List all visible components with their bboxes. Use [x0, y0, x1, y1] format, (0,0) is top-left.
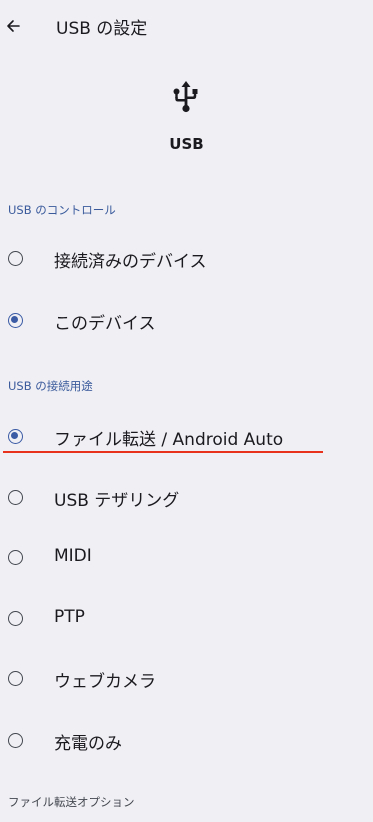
radio-button[interactable]: [8, 611, 23, 626]
radio-button[interactable]: [8, 490, 23, 505]
top-app-bar: USB の設定: [0, 0, 373, 50]
annotation-underline: [3, 451, 323, 453]
radio-button[interactable]: [8, 251, 23, 266]
back-button[interactable]: [0, 9, 26, 43]
usb-icon: [173, 81, 198, 113]
radio-button[interactable]: [8, 671, 23, 686]
radio-button[interactable]: [8, 550, 23, 565]
radio-option-connected-device[interactable]: 接続済みのデバイス: [0, 230, 373, 286]
radio-option-label: PTP: [54, 607, 85, 627]
radio-option-label: MIDI: [54, 546, 92, 566]
radio-button[interactable]: [8, 733, 23, 748]
radio-option-this-device[interactable]: このデバイス: [0, 292, 373, 348]
radio-option-label: ファイル転送 / Android Auto: [54, 430, 284, 450]
radio-option-label: 充電のみ: [54, 734, 122, 754]
radio-option-label: ウェブカメラ: [54, 672, 156, 692]
arrow-back-icon: [7, 20, 20, 32]
usb-settings-screen: USB の設定 USB USB のコントロール 接続済みのデバイス このデバイス: [0, 0, 373, 822]
radio-option-label: このデバイス: [54, 314, 156, 334]
radio-button-selected[interactable]: [8, 429, 23, 444]
page-title: USB の設定: [56, 19, 148, 39]
section-header-file-transfer-options: ファイル転送オプション: [8, 795, 135, 809]
radio-button-selected[interactable]: [8, 313, 23, 328]
radio-option-charge-only[interactable]: 充電のみ: [0, 712, 373, 768]
radio-option-midi[interactable]: MIDI: [0, 529, 373, 585]
radio-option-file-transfer[interactable]: ファイル転送 / Android Auto: [0, 408, 373, 464]
usb-label: USB: [169, 135, 204, 153]
radio-option-usb-tethering[interactable]: USB テザリング: [0, 469, 373, 525]
section-header-usb-control: USB のコントロール: [8, 203, 116, 217]
radio-option-ptp[interactable]: PTP: [0, 590, 373, 646]
radio-option-webcam[interactable]: ウェブカメラ: [0, 650, 373, 706]
radio-option-label: USB テザリング: [54, 491, 180, 511]
section-header-usb-purpose: USB の接続用途: [8, 379, 93, 393]
radio-option-label: 接続済みのデバイス: [54, 252, 207, 272]
